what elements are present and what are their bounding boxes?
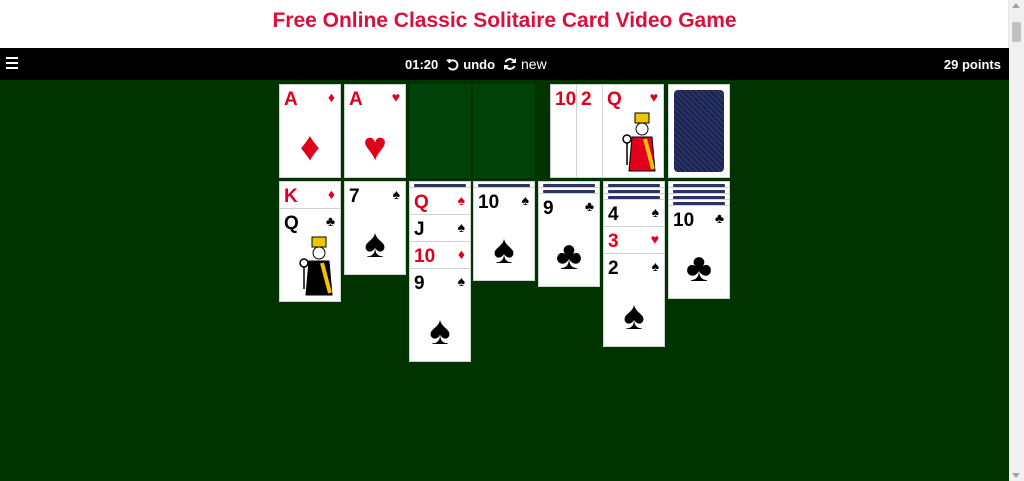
card-rank: Q	[414, 192, 429, 213]
card-suit-large-icon: ♠	[493, 228, 515, 272]
new-game-button[interactable]: new	[503, 56, 547, 72]
score-points: 29 points	[943, 57, 1001, 72]
game-toolbar: 01:20 undo new 29 points	[0, 48, 1009, 80]
card-suit-icon: ♠	[457, 219, 465, 235]
scroll-up-arrow-icon[interactable]	[1012, 3, 1020, 8]
card-rank: 3	[608, 231, 619, 252]
card-suit-large-icon: ♣	[555, 234, 583, 278]
scroll-down-arrow-icon[interactable]	[1012, 473, 1020, 478]
card-rank: Q	[284, 213, 299, 234]
card-suit-large-icon: ♠	[429, 309, 451, 353]
scrollbar-thumb[interactable]	[1012, 22, 1021, 42]
card-suit-icon: ♣	[584, 198, 594, 214]
card-rank: A	[284, 89, 298, 110]
card-suit-icon: ♠	[457, 192, 465, 208]
foundation-card[interactable]: A ♥ ♥	[344, 84, 406, 178]
face-card-figure-icon	[622, 112, 656, 172]
card-rank: 10	[478, 192, 500, 213]
card-suit-icon: ♣	[714, 210, 724, 226]
card-rank: J	[414, 219, 425, 240]
card-suit-large-icon: ♠	[364, 222, 386, 266]
game-timer: 01:20	[405, 56, 439, 72]
card-rank: 10	[555, 89, 577, 110]
card-rank: 2	[581, 89, 592, 110]
card-rank: 7	[349, 186, 360, 207]
page-title: Free Online Classic Solitaire Card Video…	[272, 9, 737, 32]
tableau-card[interactable]: 2 ♠ ♠	[603, 253, 665, 347]
new-game-label: new	[521, 56, 547, 72]
card-back-pattern	[674, 90, 724, 172]
toolbar-controls: 01:20 undo new	[405, 56, 547, 72]
vertical-scrollbar[interactable]	[1008, 0, 1024, 481]
card-suit-icon: ♦	[457, 246, 465, 262]
card-suit-icon: ♥	[649, 89, 658, 105]
card-suit-large-icon: ♣	[685, 246, 713, 290]
hamburger-menu-icon[interactable]	[6, 57, 18, 71]
card-rank: 9	[414, 273, 425, 294]
undo-label: undo	[463, 56, 496, 72]
card-suit-large-icon: ♦	[299, 125, 321, 169]
card-suit-icon: ♠	[651, 204, 659, 220]
foundation-card[interactable]: A ♦ ♦	[279, 84, 341, 178]
card-suit-icon: ♠	[457, 273, 465, 289]
tableau-card[interactable]: Q ♣	[279, 208, 341, 302]
face-card-figure-icon	[299, 236, 333, 296]
card-rank: 2	[608, 258, 619, 279]
card-suit-large-icon: ♥	[363, 125, 387, 169]
card-rank: Q	[607, 89, 622, 110]
card-suit-icon: ♦	[327, 186, 335, 202]
card-rank: A	[349, 89, 363, 110]
card-rank: 9	[543, 198, 554, 219]
waste-card[interactable]: Q ♥	[602, 84, 664, 178]
undo-button[interactable]: undo	[446, 57, 495, 72]
card-rank: K	[284, 186, 298, 207]
card-table: A♦♦A♥♥10♥2♥Q♥K♦Q♣7♠♠Q♠J♠10♦9♠♠10♠♠9♣♣4♠3…	[0, 80, 1009, 481]
card-suit-icon: ♠	[392, 186, 400, 202]
card-suit-large-icon: ♠	[623, 294, 645, 338]
card-suit-icon: ♠	[521, 192, 529, 208]
card-suit-icon: ♠	[651, 258, 659, 274]
refresh-icon	[504, 58, 517, 70]
foundation-empty-slot[interactable]	[409, 84, 471, 178]
card-suit-icon: ♥	[650, 231, 659, 247]
foundation-empty-slot[interactable]	[473, 84, 535, 178]
card-rank: 10	[414, 246, 436, 267]
card-rank: 4	[608, 204, 619, 225]
undo-icon	[446, 58, 459, 71]
tableau-card[interactable]: 10 ♠ ♠	[473, 187, 535, 281]
card-suit-icon: ♣	[325, 213, 335, 229]
stock-pile[interactable]	[668, 84, 730, 178]
tableau-card[interactable]: 10 ♣ ♣	[668, 205, 730, 299]
page-header: Free Online Classic Solitaire Card Video…	[0, 0, 1009, 48]
card-rank: 10	[673, 210, 695, 231]
tableau-card[interactable]: 7 ♠ ♠	[344, 181, 406, 275]
tableau-card[interactable]: 9 ♣ ♣	[538, 193, 600, 287]
card-suit-icon: ♦	[327, 89, 335, 105]
tableau-card[interactable]: 9 ♠ ♠	[409, 268, 471, 362]
card-suit-icon: ♥	[391, 89, 400, 105]
